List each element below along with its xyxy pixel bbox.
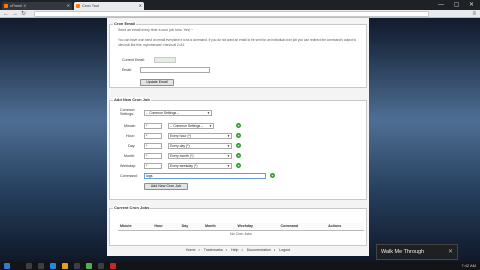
day-add-icon[interactable]: + bbox=[236, 143, 241, 148]
day-select-value: Every day (*) bbox=[170, 144, 190, 148]
minute-input[interactable]: * bbox=[144, 123, 162, 129]
table-header-row: Minute Hour Day Month Weekday Command Ac… bbox=[118, 223, 364, 231]
command-label: Command: bbox=[120, 174, 138, 178]
current-email-value bbox=[154, 57, 176, 63]
add-cron-legend: Add New Cron Job bbox=[113, 97, 151, 102]
tab-favicon-icon bbox=[4, 4, 8, 8]
tooltip-text: Walk Me Through bbox=[381, 249, 425, 255]
month-label: Month: bbox=[124, 154, 135, 158]
column-command: Command bbox=[278, 223, 327, 231]
day-select[interactable]: Every day (*) ▼ bbox=[168, 143, 232, 149]
command-input[interactable]: logs bbox=[144, 173, 266, 179]
folder-icon[interactable] bbox=[62, 263, 68, 269]
tab-title: cPanel X bbox=[10, 3, 27, 8]
common-settings-value: -- Common Settings -- bbox=[146, 111, 180, 115]
start-icon[interactable] bbox=[4, 263, 10, 269]
current-email-label: Current Email: bbox=[122, 58, 145, 62]
chevron-down-icon: ▼ bbox=[209, 124, 212, 128]
walk-me-through-tooltip[interactable]: Walk Me Through ✕ bbox=[376, 244, 458, 260]
chevron-down-icon: ▼ bbox=[227, 144, 230, 148]
cron-page: Cron Email Send an email every time a cr… bbox=[107, 18, 369, 256]
app-icon[interactable] bbox=[98, 263, 104, 269]
command-add-icon[interactable]: + bbox=[270, 173, 275, 178]
footer-link-logout[interactable]: Logout bbox=[279, 248, 290, 252]
tab-title: Cron Tool bbox=[82, 3, 100, 8]
cron-email-section: Cron Email Send an email every time a cr… bbox=[109, 21, 367, 88]
footer-link-trademarks[interactable]: Trademarks bbox=[204, 248, 223, 252]
column-hour: Hour bbox=[152, 223, 180, 231]
footer-link-documentation[interactable]: Documentation bbox=[247, 248, 271, 252]
email-label: Email: bbox=[122, 68, 132, 72]
chevron-down-icon: ▼ bbox=[207, 111, 210, 115]
reload-icon[interactable]: ↻ bbox=[21, 10, 26, 18]
chevron-down-icon: ▼ bbox=[227, 154, 230, 158]
weekday-select-value: Every weekday (*) bbox=[170, 164, 198, 168]
current-jobs-legend: Current Cron Jobs bbox=[113, 205, 151, 210]
column-weekday: Weekday bbox=[235, 223, 279, 231]
back-icon[interactable]: ← bbox=[3, 10, 9, 18]
hour-select[interactable]: Every hour (*) ▼ bbox=[168, 133, 232, 139]
hour-input[interactable]: * bbox=[144, 133, 162, 139]
tab-cpanel[interactable]: cPanel X ✕ bbox=[2, 2, 72, 10]
tab-cron-tool[interactable]: Cron Tool ✕ bbox=[74, 2, 144, 10]
cron-jobs-table: Minute Hour Day Month Weekday Command Ac… bbox=[118, 223, 364, 237]
month-add-icon[interactable]: + bbox=[236, 153, 241, 158]
browser-tab-bar: cPanel X ✕ Cron Tool ✕ — ▢ ✕ bbox=[0, 0, 480, 10]
task-view-icon[interactable] bbox=[38, 263, 44, 269]
column-day: Day bbox=[179, 223, 203, 231]
month-input[interactable]: * bbox=[144, 153, 162, 159]
tab-close-icon[interactable]: ✕ bbox=[67, 2, 70, 10]
weekday-add-icon[interactable]: + bbox=[236, 163, 241, 168]
day-input[interactable]: * bbox=[144, 143, 162, 149]
taskbar-clock[interactable]: 7:42 AM bbox=[461, 262, 476, 270]
edge-icon[interactable] bbox=[50, 263, 56, 269]
email-input[interactable] bbox=[140, 67, 210, 73]
current-jobs-section: Current Cron Jobs Minute Hour Day Month … bbox=[109, 205, 367, 246]
add-cron-section: Add New Cron Job Common Settings: -- Com… bbox=[109, 97, 367, 200]
month-select[interactable]: Every month (*) ▼ bbox=[168, 153, 232, 159]
minute-add-icon[interactable]: + bbox=[236, 123, 241, 128]
no-cron-jobs-message: No Cron Jobs bbox=[230, 231, 252, 236]
media-app-icon[interactable] bbox=[110, 263, 116, 269]
column-actions: Actions bbox=[326, 223, 364, 231]
minute-select[interactable]: -- Common Settings -- ▼ bbox=[168, 123, 214, 129]
window-controls[interactable]: — ▢ ✕ bbox=[438, 1, 478, 8]
add-cron-job-button[interactable]: Add New Cron Job bbox=[144, 183, 188, 190]
hour-select-value: Every hour (*) bbox=[170, 134, 191, 138]
month-select-value: Every month (*) bbox=[170, 154, 194, 158]
forward-icon[interactable]: → bbox=[12, 10, 18, 18]
minute-label: Minute: bbox=[124, 124, 136, 128]
store-icon[interactable] bbox=[74, 263, 80, 269]
common-settings-label: Common Settings: bbox=[120, 108, 135, 116]
update-email-button[interactable]: Update Email bbox=[140, 79, 174, 86]
tab-favicon-icon bbox=[76, 4, 80, 8]
footer-link-help[interactable]: Help bbox=[231, 248, 238, 252]
close-icon[interactable]: ✕ bbox=[448, 245, 453, 259]
browser-toolbar: ← → ↻ ≡ bbox=[0, 10, 480, 18]
tab-close-icon[interactable]: ✕ bbox=[139, 2, 142, 10]
chrome-icon[interactable] bbox=[86, 263, 92, 269]
page-footer: Home • Trademarks • Help • Documentation • L… bbox=[185, 248, 291, 252]
browser-menu-icon[interactable]: ≡ bbox=[472, 10, 476, 18]
chevron-down-icon: ▼ bbox=[227, 164, 230, 168]
weekday-input[interactable]: * bbox=[144, 163, 162, 169]
hour-add-icon[interactable]: + bbox=[236, 133, 241, 138]
address-bar[interactable] bbox=[34, 11, 429, 17]
cron-email-legend: Cron Email bbox=[113, 21, 137, 26]
column-month: Month bbox=[202, 223, 236, 231]
day-label: Day: bbox=[128, 144, 136, 148]
search-icon[interactable] bbox=[26, 263, 32, 269]
column-minute: Minute bbox=[118, 223, 153, 231]
footer-link-home[interactable]: Home bbox=[186, 248, 196, 252]
minute-select-value: -- Common Settings -- bbox=[170, 124, 204, 128]
table-row: No Cron Jobs bbox=[118, 230, 364, 237]
common-settings-select[interactable]: -- Common Settings -- ▼ bbox=[144, 110, 212, 116]
taskbar: 7:42 AM bbox=[0, 262, 480, 270]
weekday-label: Weekday: bbox=[120, 164, 136, 168]
weekday-select[interactable]: Every weekday (*) ▼ bbox=[168, 163, 232, 169]
hour-label: Hour: bbox=[126, 134, 135, 138]
cron-email-description: You can have cron send an email everytim… bbox=[118, 38, 357, 47]
cron-email-intro: Send an email every time a cron job runs… bbox=[118, 28, 194, 32]
chevron-down-icon: ▼ bbox=[227, 134, 230, 138]
